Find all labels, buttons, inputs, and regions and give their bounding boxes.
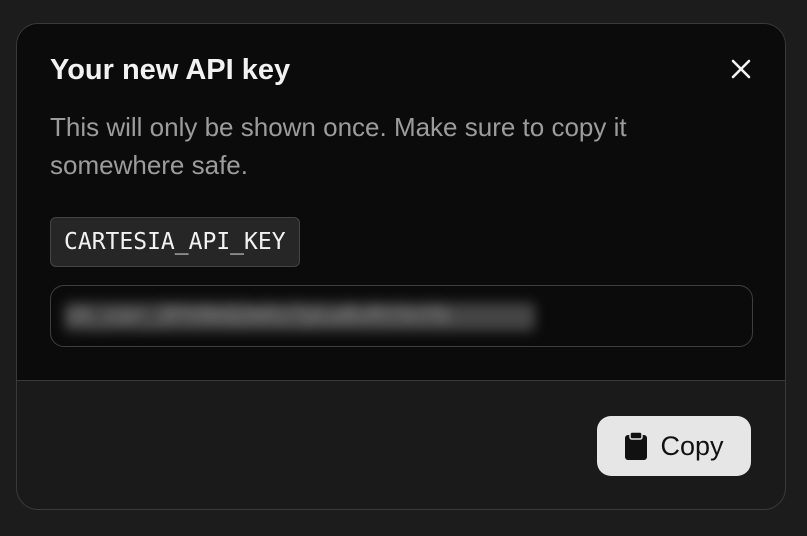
dialog-body: Your new API key This will only be shown… (17, 24, 785, 381)
dialog-title: Your new API key (50, 54, 291, 86)
api-key-field[interactable]: sk_car_3Fh9kQ2mXz7pLw8vRt5nYb (50, 285, 753, 347)
api-key-value-blurred: sk_car_3Fh9kQ2mXz7pLw8vRt5nYb (65, 303, 535, 331)
api-key-dialog: Your new API key This will only be shown… (16, 23, 786, 510)
dialog-description: This will only be shown once. Make sure … (50, 112, 627, 180)
close-button[interactable] (726, 54, 756, 84)
copy-button[interactable]: Copy (597, 416, 751, 476)
close-icon (731, 59, 751, 79)
env-var-name: CARTESIA_API_KEY (50, 217, 300, 267)
clipboard-icon (625, 431, 648, 460)
copy-button-label: Copy (660, 430, 724, 461)
